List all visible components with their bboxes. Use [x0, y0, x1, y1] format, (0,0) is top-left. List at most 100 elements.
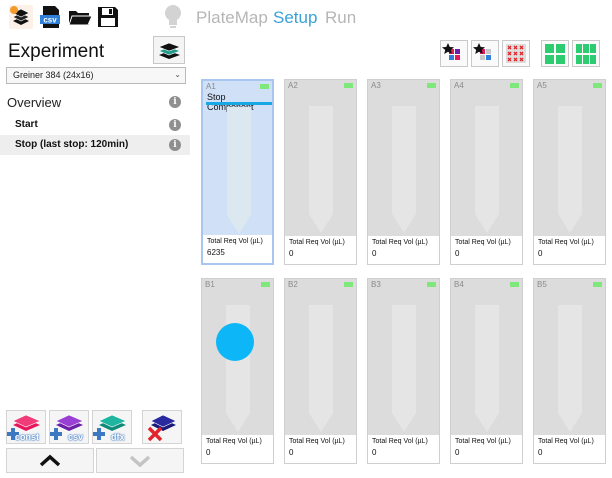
lightbulb-icon: [165, 5, 181, 28]
layout-three-columns-button[interactable]: [572, 40, 600, 67]
step-stop-info-icon[interactable]: i: [169, 139, 181, 151]
status-indicator: [510, 83, 519, 88]
volume-label: Total Req Vol (µL): [207, 238, 263, 245]
well-card-b5[interactable]: B5 Total Req Vol (µL) 0: [533, 278, 606, 464]
move-down-button[interactable]: [96, 448, 184, 473]
step-start[interactable]: Start: [0, 115, 190, 135]
clear-wells-button[interactable]: [502, 40, 530, 67]
overview-heading[interactable]: Overview: [7, 95, 61, 110]
tab-platemap[interactable]: PlateMap: [196, 8, 268, 28]
experiment-title: Experiment: [8, 41, 105, 62]
well-id: A3: [371, 81, 381, 90]
volume-box: Total Req Vol (µL) 0: [534, 435, 605, 463]
volume-box: Total Req Vol (µL) 0: [451, 435, 522, 463]
open-folder-button[interactable]: [67, 4, 93, 30]
status-indicator: [344, 282, 353, 287]
volume-label: Total Req Vol (µL): [455, 438, 511, 445]
star-components-button[interactable]: [440, 40, 468, 67]
volume-value: 0: [372, 249, 377, 258]
volume-box: Total Req Vol (µL) 0: [451, 236, 522, 264]
well-id: A5: [537, 81, 547, 90]
open-experiment-button[interactable]: [8, 4, 34, 30]
add-dfx-button[interactable]: dfx: [92, 410, 132, 444]
tab-setup[interactable]: Setup: [273, 8, 317, 28]
clear-wells-icon: [506, 44, 526, 63]
status-indicator: [427, 83, 436, 88]
add-constant-button[interactable]: const: [6, 410, 46, 444]
well-card-a2[interactable]: A2 Total Req Vol (µL) 0: [284, 79, 357, 265]
well-id: A1: [206, 82, 216, 91]
volume-value: 0: [289, 249, 294, 258]
import-csv-button[interactable]: csv: [37, 4, 63, 30]
step-stop[interactable]: Stop (last stop: 120min): [0, 135, 190, 155]
sample-dot[interactable]: [216, 323, 254, 361]
star-single-icon: [473, 43, 491, 60]
folder-open-icon: [68, 11, 93, 26]
volume-label: Total Req Vol (µL): [289, 438, 345, 445]
chevron-up-icon: [39, 454, 61, 467]
volume-label: Total Req Vol (µL): [538, 239, 594, 246]
well-card-a1[interactable]: A1Stop ComponentTotal Req Vol (µL)6235: [201, 79, 274, 265]
status-indicator: [593, 282, 602, 287]
well-id: B1: [205, 280, 215, 289]
well-card-a5[interactable]: A5 Total Req Vol (µL) 0: [533, 79, 606, 265]
tube-shape: [227, 107, 251, 234]
status-indicator: [260, 84, 269, 89]
status-indicator: [261, 282, 270, 287]
tube-shape: [309, 305, 333, 432]
well-id: A2: [288, 81, 298, 90]
tube-shape: [475, 305, 499, 432]
well-card-b2[interactable]: B2 Total Req Vol (µL) 0: [284, 278, 357, 464]
tube-shape: [309, 106, 333, 233]
open-experiment-icon: [9, 5, 33, 29]
experiment-layers-button[interactable]: [153, 36, 185, 64]
volume-label: Total Req Vol (µL): [206, 438, 262, 445]
delete-button[interactable]: [142, 410, 182, 444]
volume-value: 0: [455, 448, 460, 457]
volume-value: 0: [372, 448, 377, 457]
well-id: B3: [371, 280, 381, 289]
volume-box: Total Req Vol (µL) 0: [368, 435, 439, 463]
hint-button[interactable]: [163, 4, 183, 30]
add-csv-button[interactable]: csv: [49, 410, 89, 444]
volume-label: Total Req Vol (µL): [538, 438, 594, 445]
well-card-a3[interactable]: A3 Total Req Vol (µL) 0: [367, 79, 440, 265]
star-components-icon: [442, 43, 460, 60]
overview-info-icon[interactable]: i: [169, 96, 181, 108]
step-start-info-icon[interactable]: i: [169, 119, 181, 131]
star-single-button[interactable]: [471, 40, 499, 67]
volume-value: 0: [206, 448, 211, 457]
chevron-down-icon: [129, 455, 151, 468]
well-card-a4[interactable]: A4 Total Req Vol (µL) 0: [450, 79, 523, 265]
move-up-button[interactable]: [6, 448, 94, 473]
volume-box: Total Req Vol (µL) 0: [285, 236, 356, 264]
layout-three-columns-icon: [576, 44, 596, 64]
status-indicator: [593, 83, 602, 88]
volume-label: Total Req Vol (µL): [372, 438, 428, 445]
volume-label: Total Req Vol (µL): [455, 239, 511, 246]
volume-value: 0: [538, 249, 543, 258]
well-id: B2: [288, 280, 298, 289]
plate-type-select[interactable]: Greiner 384 (24x16) ⌄: [6, 67, 186, 84]
volume-value: 0: [538, 448, 543, 457]
save-button[interactable]: [95, 4, 121, 30]
well-card-b4[interactable]: B4 Total Req Vol (µL) 0: [450, 278, 523, 464]
add-dfx-label: dfx: [111, 432, 125, 442]
volume-value: 0: [455, 249, 460, 258]
chevron-down-icon: ⌄: [174, 70, 181, 79]
tube-shape: [392, 305, 416, 432]
tab-run[interactable]: Run: [325, 8, 356, 28]
add-constant-label: const: [15, 432, 40, 442]
well-id: A4: [454, 81, 464, 90]
tube-shape: [475, 106, 499, 233]
save-icon: [98, 7, 118, 27]
volume-box: Total Req Vol (µL) 6235: [203, 235, 272, 263]
tube-shape: [558, 305, 582, 432]
well-card-b1[interactable]: B1 Total Req Vol (µL) 0: [201, 278, 274, 464]
delete-icon: [147, 414, 177, 442]
well-card-b3[interactable]: B3 Total Req Vol (µL) 0: [367, 278, 440, 464]
status-indicator: [427, 282, 436, 287]
layout-two-columns-button[interactable]: [541, 40, 569, 67]
add-csv-label: csv: [68, 432, 84, 442]
status-indicator: [510, 282, 519, 287]
